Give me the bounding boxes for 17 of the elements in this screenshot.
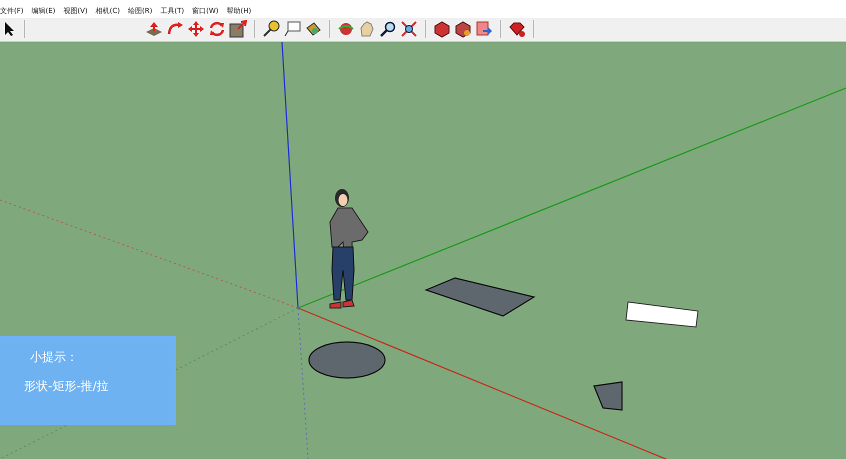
hint-text: 形状-矩形-推/拉 (24, 378, 110, 395)
hint-title: 小提示： (30, 348, 79, 366)
zoom-extents-icon[interactable] (400, 20, 418, 38)
move-arrows-icon[interactable] (187, 20, 205, 38)
rotate-icon[interactable] (208, 20, 226, 38)
dark-shape (593, 381, 623, 411)
cube-badge-icon[interactable] (454, 20, 472, 38)
tape-measure-icon[interactable] (262, 20, 280, 38)
zoom-icon[interactable] (379, 20, 397, 38)
select-arrow-icon[interactable] (3, 21, 17, 38)
scale-icon[interactable] (229, 20, 247, 38)
paint-bucket-icon[interactable] (304, 20, 322, 38)
text-label-icon[interactable] (283, 20, 301, 38)
export-icon[interactable] (475, 20, 493, 38)
push-pull-icon[interactable] (145, 20, 163, 38)
cube-icon[interactable] (433, 20, 451, 38)
ruby-gem-icon[interactable] (508, 20, 526, 38)
